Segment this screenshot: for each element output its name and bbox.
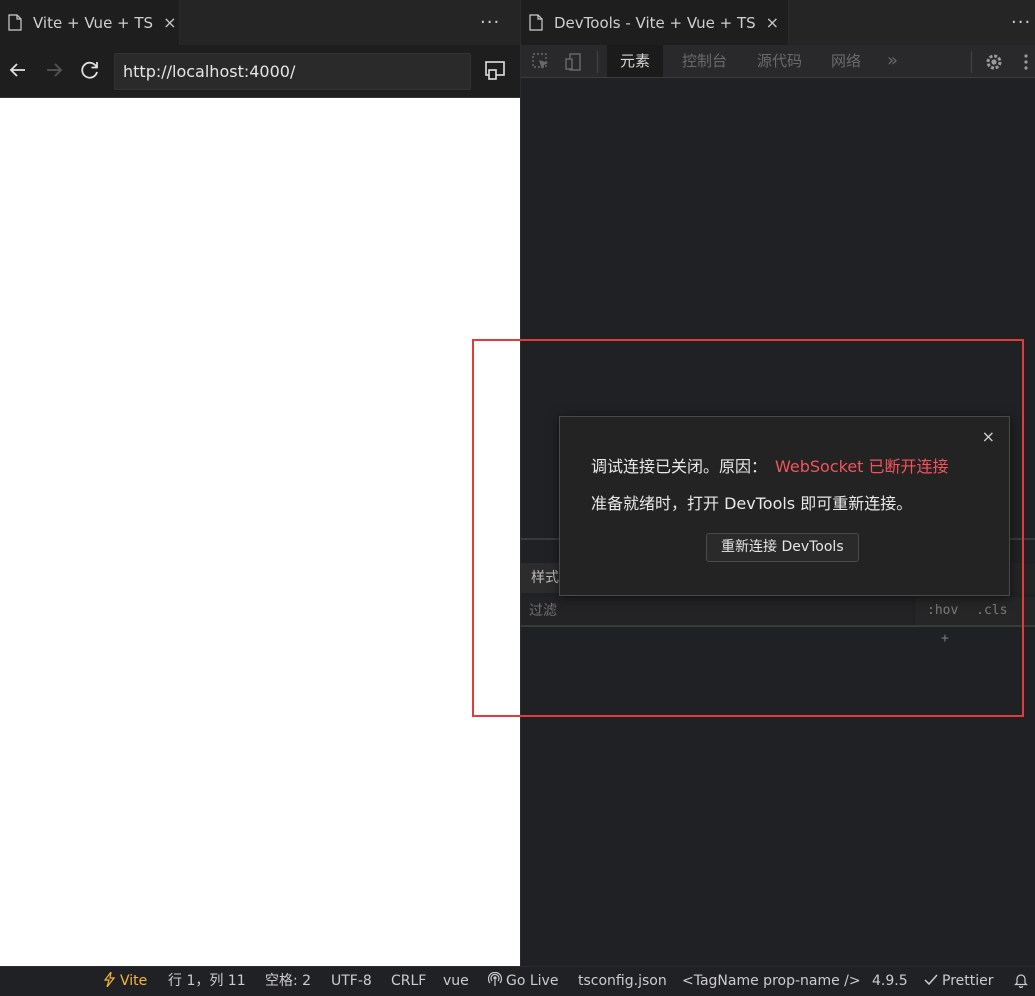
browser-tabbar: Vite + Vue + TS × ···: [0, 0, 520, 45]
bolt-icon: [103, 971, 116, 988]
tab-console[interactable]: 控制台: [669, 45, 740, 77]
prettier-status[interactable]: Prettier: [924, 967, 994, 996]
inspect-element-icon[interactable]: [531, 52, 551, 72]
hov-toggle[interactable]: :hov: [927, 603, 958, 618]
reload-icon[interactable]: [78, 58, 102, 82]
connection-closed-dialog: × 调试连接已关闭。原因： WebSocket 已断开连接 准备就绪时，打开 De…: [559, 416, 1010, 596]
filter-input[interactable]: 过滤: [521, 597, 913, 625]
tag-name-status[interactable]: <TagName prop-name />: [682, 967, 861, 996]
dialog-reason: WebSocket 已断开连接: [775, 457, 949, 476]
ts-version[interactable]: 4.9.5: [872, 967, 908, 996]
browser-navbar: http://localhost:4000/: [0, 45, 520, 98]
tab-network[interactable]: 网络: [818, 45, 874, 77]
close-icon[interactable]: ×: [163, 13, 176, 32]
dialog-message: 调试连接已关闭。原因： WebSocket 已断开连接: [591, 453, 949, 477]
line-ending[interactable]: CRLF: [391, 967, 426, 996]
page-viewport[interactable]: [0, 99, 520, 966]
app-root: Vite + Vue + TS × ··· http://localhost:4…: [0, 0, 1035, 996]
forward-arrow-icon[interactable]: [42, 58, 66, 82]
browser-pane: Vite + Vue + TS × ··· http://localhost:4…: [0, 0, 520, 966]
more-panels-button[interactable]: »: [874, 45, 911, 77]
file-icon: [529, 14, 543, 31]
kebab-menu-icon[interactable]: [1021, 52, 1031, 72]
filter-tools: :hov .cls +: [915, 597, 1035, 646]
styles-filter-row: 过滤 :hov .cls +: [521, 597, 1035, 646]
reconnect-devtools-button[interactable]: 重新连接 DevTools: [706, 533, 859, 562]
file-encoding[interactable]: UTF-8: [331, 967, 372, 996]
more-icon[interactable]: ···: [480, 12, 500, 33]
dialog-hint: 准备就绪时，打开 DevTools 即可重新连接。: [591, 494, 913, 513]
cursor-position[interactable]: 行 1，列 11: [168, 967, 246, 996]
devtools-tabbar: DevTools - Vite + Vue + TS × ···: [521, 0, 1035, 45]
toolbar-divider: [971, 51, 972, 73]
cls-toggle[interactable]: .cls: [976, 603, 1007, 618]
add-style-rule-button[interactable]: +: [941, 631, 949, 646]
indent-spaces[interactable]: 空格: 2: [265, 967, 311, 996]
go-live-button[interactable]: Go Live: [487, 967, 559, 996]
broadcast-icon: [487, 971, 503, 986]
go-live-label: Go Live: [506, 973, 559, 989]
close-icon[interactable]: ×: [982, 427, 995, 446]
vite-status[interactable]: Vite: [103, 967, 148, 996]
browser-tab[interactable]: Vite + Vue + TS ×: [0, 0, 180, 45]
dialog-message-prefix: 调试连接已关闭。原因：: [591, 457, 768, 476]
tab-sources[interactable]: 源代码: [744, 45, 815, 77]
file-icon: [8, 14, 22, 31]
bell-icon[interactable]: [1014, 967, 1028, 996]
gear-icon[interactable]: [984, 52, 1004, 72]
browser-tab-title: Vite + Vue + TS: [33, 13, 154, 32]
language-mode[interactable]: vue: [443, 967, 469, 996]
devtools-tab[interactable]: DevTools - Vite + Vue + TS ×: [521, 0, 789, 45]
devtools-tab-title: DevTools - Vite + Vue + TS: [554, 13, 756, 32]
toolbar-divider: [597, 51, 598, 73]
url-input[interactable]: http://localhost:4000/: [114, 53, 471, 90]
tab-elements[interactable]: 元素: [607, 45, 664, 77]
prettier-label: Prettier: [942, 973, 994, 989]
check-icon: [924, 974, 938, 986]
vite-label: Vite: [120, 973, 148, 989]
more-icon[interactable]: ···: [1011, 12, 1031, 33]
back-arrow-icon[interactable]: [6, 58, 30, 82]
tsconfig-status[interactable]: tsconfig.json: [578, 967, 667, 996]
status-bar: Vite 行 1，列 11 空格: 2 UTF-8 CRLF vue Go Li…: [0, 966, 1035, 996]
devtools-toolbar: 元素 控制台 源代码 网络 »: [521, 45, 1035, 78]
close-icon[interactable]: ×: [766, 13, 779, 32]
screencast-icon[interactable]: [483, 58, 507, 82]
device-toggle-icon[interactable]: [564, 52, 584, 72]
